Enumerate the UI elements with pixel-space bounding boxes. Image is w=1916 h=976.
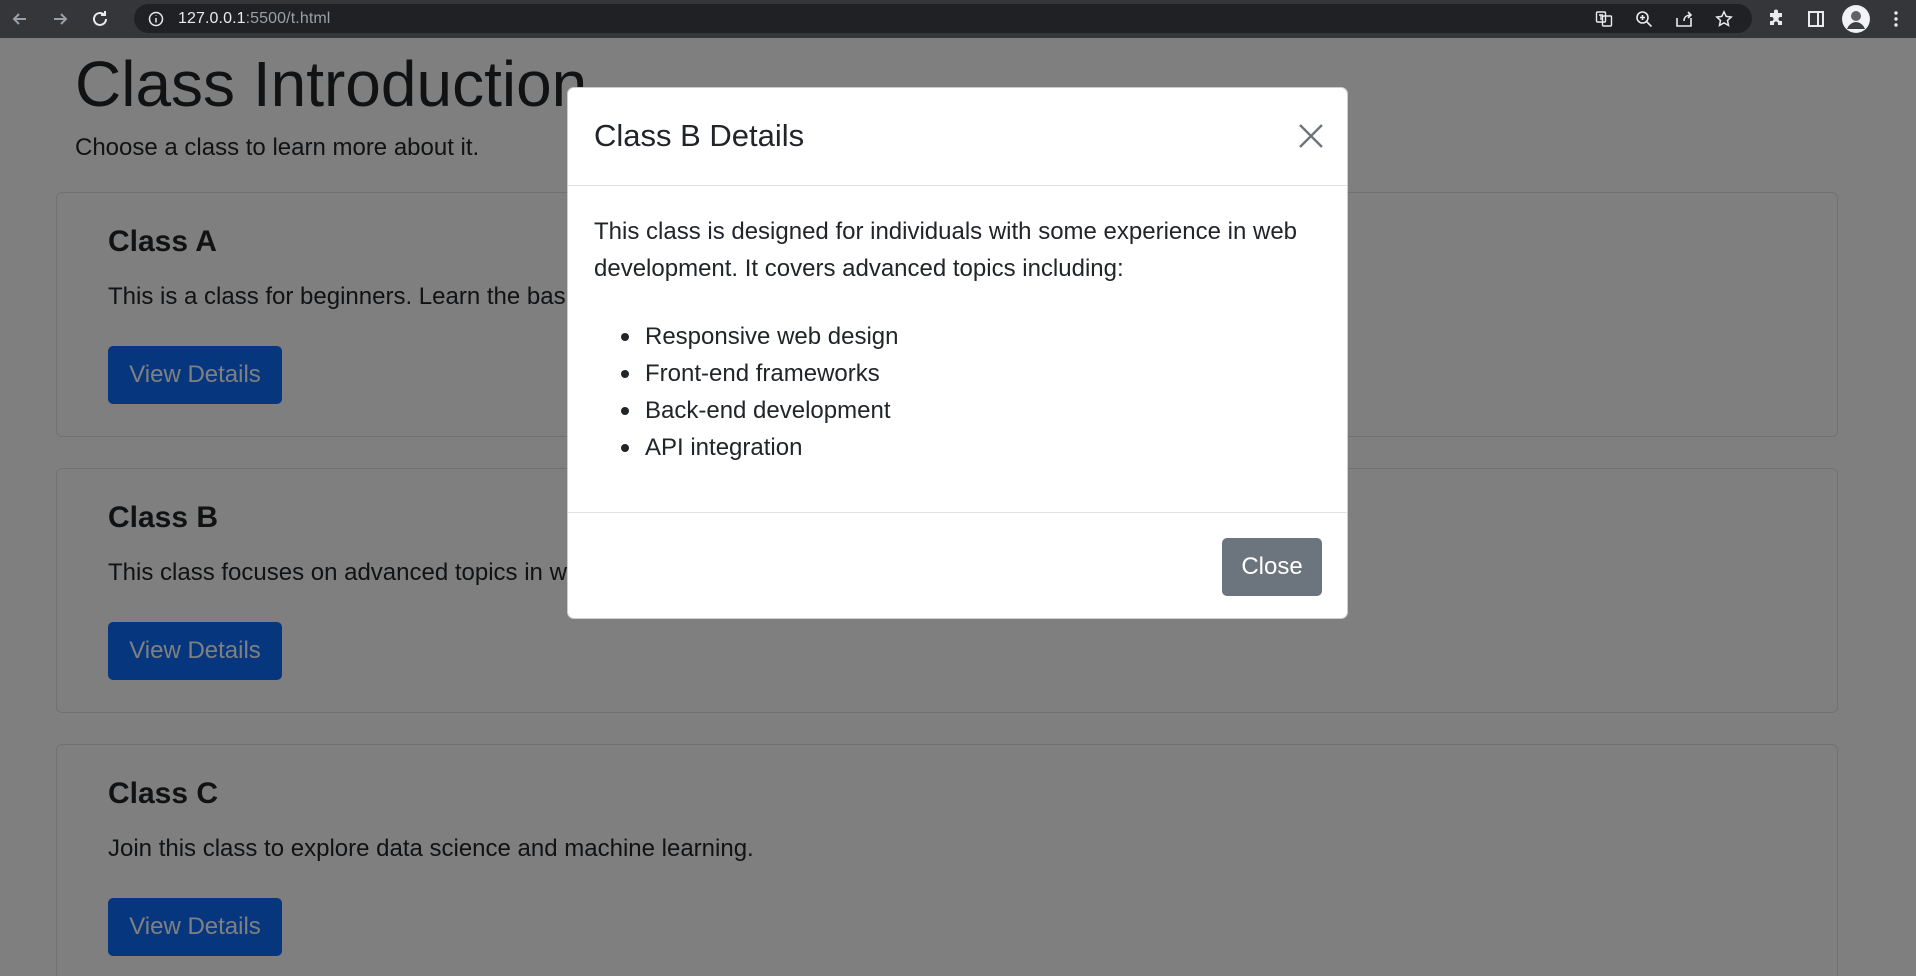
share-icon[interactable] <box>1664 4 1704 33</box>
side-panel-icon[interactable] <box>1796 0 1836 38</box>
list-item: Back-end development <box>594 392 899 429</box>
modal-footer: Close <box>568 512 1347 620</box>
avatar <box>1842 5 1870 33</box>
extensions-icon[interactable] <box>1756 0 1796 38</box>
modal-header: Class B Details <box>568 88 1347 186</box>
forward-icon[interactable] <box>40 1 80 37</box>
list-item: API integration <box>594 429 899 466</box>
profile-avatar[interactable] <box>1836 0 1876 38</box>
site-info-icon[interactable] <box>148 11 164 27</box>
address-bar[interactable]: 127.0.0.1:5500/t.html <box>134 4 1752 33</box>
modal-body: This class is designed for individuals w… <box>568 186 1347 512</box>
zoom-icon[interactable] <box>1624 4 1664 33</box>
back-icon[interactable] <box>0 1 40 37</box>
list-item: Responsive web design <box>594 318 899 355</box>
close-button[interactable]: Close <box>1222 538 1322 596</box>
topics-list: Responsive web design Front-end framewor… <box>594 318 899 466</box>
url-text: 127.0.0.1:5500/t.html <box>178 9 331 27</box>
modal-description: This class is designed for individuals w… <box>594 218 1298 282</box>
list-item: Front-end frameworks <box>594 355 899 392</box>
close-icon[interactable] <box>1293 118 1329 154</box>
modal-title: Class B Details <box>594 118 805 153</box>
translate-icon[interactable] <box>1584 4 1624 33</box>
browser-toolbar: 127.0.0.1:5500/t.html <box>0 0 1916 38</box>
bookmark-star-icon[interactable] <box>1704 4 1744 33</box>
reload-icon[interactable] <box>80 1 120 37</box>
class-details-modal: Class B Details This class is designed f… <box>567 87 1348 619</box>
menu-kebab-icon[interactable] <box>1876 0 1916 38</box>
